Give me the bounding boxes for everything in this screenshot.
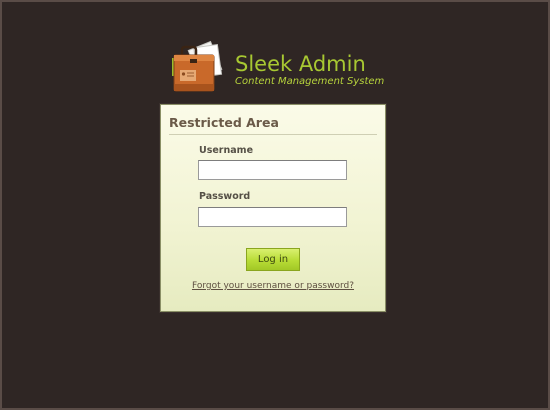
password-input[interactable] (198, 207, 347, 227)
app-logo: Sleek Admin Content Management System (168, 38, 408, 96)
briefcase-icon (172, 40, 223, 92)
app-subtitle: Content Management System (235, 76, 385, 87)
panel-title: Restricted Area (169, 115, 279, 130)
password-label: Password (199, 191, 251, 202)
login-page: Sleek Admin Content Management System Re… (2, 2, 548, 408)
forgot-credentials-link[interactable]: Forgot your username or password? (161, 281, 385, 291)
username-label: Username (199, 145, 254, 156)
login-panel: Restricted Area Username Password Log in… (160, 104, 386, 312)
app-title: Sleek Admin (235, 52, 366, 76)
login-button[interactable]: Log in (246, 248, 300, 271)
username-input[interactable] (198, 160, 347, 180)
panel-divider (169, 134, 377, 135)
